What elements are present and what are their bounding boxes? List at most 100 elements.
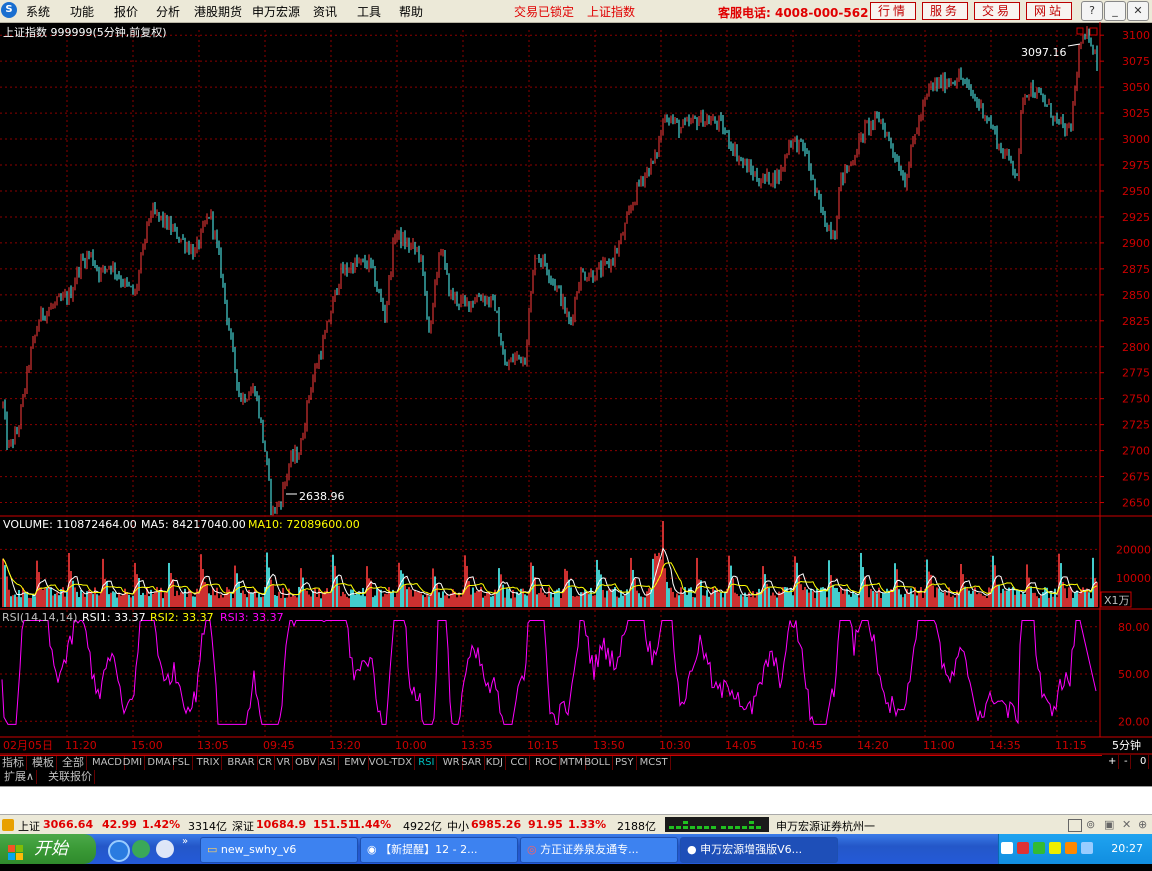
price-tick-label: 2700 xyxy=(1122,445,1150,458)
indicator-tab-fsl[interactable]: FSL xyxy=(170,756,193,770)
volume-tick-label: 10000 xyxy=(1116,572,1151,585)
tab-remove-button[interactable]: - xyxy=(1122,755,1131,769)
desktop-icon[interactable] xyxy=(132,840,150,858)
indicator-tab-kdj[interactable]: KDJ xyxy=(484,756,507,770)
sh-name: 上证 xyxy=(18,820,40,833)
menu-system[interactable]: 系统 xyxy=(26,3,50,20)
tray-ime-icon[interactable] xyxy=(1065,842,1077,854)
volume-bars xyxy=(2,521,1098,607)
period-label[interactable]: 5分钟 xyxy=(1112,738,1141,752)
price-tick-label: 3025 xyxy=(1122,107,1150,120)
tray-volume-icon[interactable] xyxy=(1081,842,1093,854)
indicator-tab-asi[interactable]: ASI xyxy=(318,756,339,770)
menu-hk-futures[interactable]: 港股期货 xyxy=(194,3,242,20)
menu-quote[interactable]: 报价 xyxy=(114,3,138,20)
menu-swhy[interactable]: 申万宏源 xyxy=(252,3,300,20)
indicator-tab-brar[interactable]: BRAR xyxy=(225,756,258,770)
time-tick-label: 13:50 xyxy=(593,739,625,752)
indicator-tab-rsi[interactable]: RSI xyxy=(416,756,438,770)
minimize-icon[interactable]: _ xyxy=(1104,1,1126,21)
zx-pct: 1.33% xyxy=(568,818,607,831)
price-tick-label: 2825 xyxy=(1122,315,1150,328)
status-icon[interactable] xyxy=(2,819,14,831)
extend-tab[interactable]: 扩展∧ xyxy=(2,770,38,784)
sz-name: 深证 xyxy=(232,820,254,833)
market-button[interactable]: 行情 xyxy=(870,2,916,20)
settings-icon[interactable]: ⊕ xyxy=(1138,818,1147,831)
sz-value[interactable]: 10684.9 xyxy=(256,818,306,831)
time-tick-label: 11:15 xyxy=(1055,739,1087,752)
indicator-tab-psy[interactable]: PSY xyxy=(613,756,637,770)
indicator-tab-boll[interactable]: BOLL xyxy=(582,756,613,770)
sh-change: 42.99 xyxy=(102,818,137,831)
menu-help[interactable]: 帮助 xyxy=(399,3,423,20)
indicator-tab-trix[interactable]: TRIX xyxy=(195,756,223,770)
ma5-label: MA5: 84217040.00 xyxy=(141,518,246,531)
trade-locked-status[interactable]: 交易已锁定 xyxy=(514,3,574,20)
indicator-tab-模板[interactable]: 模板 xyxy=(30,756,57,770)
service-button[interactable]: 服务 xyxy=(922,2,968,20)
time-tick-label: 13:35 xyxy=(461,739,493,752)
menu-info[interactable]: 资讯 xyxy=(313,3,337,20)
task-reminder[interactable]: ◉ 【新提醒】12 - 2... xyxy=(360,837,518,863)
tab-reset-button[interactable]: 0 xyxy=(1138,755,1150,769)
tools-icon[interactable]: ✕ xyxy=(1122,818,1131,831)
rsi-tick-label: 80.00 xyxy=(1118,621,1150,634)
tray-security-icon[interactable] xyxy=(1033,842,1045,854)
indicator-tab-mcst[interactable]: MCST xyxy=(638,756,671,770)
start-label: 开始 xyxy=(34,839,68,859)
close-icon[interactable]: ✕ xyxy=(1127,1,1149,21)
browser-icon[interactable] xyxy=(156,840,174,858)
indicator-tab-emv[interactable]: EMV xyxy=(342,756,369,770)
sz-amount: 4922亿 xyxy=(403,820,442,833)
indicator-tab-cci[interactable]: CCI xyxy=(508,756,531,770)
chart-area[interactable]: 2650 2675 2700 2725 2750 2775 2800 2825 2850 2875… xyxy=(0,22,1152,756)
task-new-swhy[interactable]: ▭ new_swhy_v6 xyxy=(200,837,358,863)
tray-media-icon[interactable] xyxy=(1049,842,1061,854)
menu-function[interactable]: 功能 xyxy=(70,3,94,20)
zx-amount: 2188亿 xyxy=(617,820,656,833)
signal-icon[interactable]: ⊚ xyxy=(1086,818,1095,831)
sh-value[interactable]: 3066.64 xyxy=(43,818,93,831)
indicator-tab-全部[interactable]: 全部 xyxy=(60,756,87,770)
clock[interactable]: 20:27 xyxy=(1111,842,1143,855)
indicator-tab-dmi[interactable]: DMI xyxy=(121,756,146,770)
tray-network-icon[interactable] xyxy=(1017,842,1029,854)
indicator-tab-vol-tdx[interactable]: VOL-TDX xyxy=(367,756,416,770)
signal-meter-icon xyxy=(665,817,769,832)
task-founder[interactable]: ◎ 方正证券泉友通专... xyxy=(520,837,678,863)
start-button[interactable]: 开始 xyxy=(0,834,96,864)
lock-icon[interactable]: ▣ xyxy=(1104,818,1114,831)
tab-add-button[interactable]: + xyxy=(1106,755,1120,769)
rsi2-label: RSI2: 33.37 xyxy=(150,611,214,624)
related-quote-tab[interactable]: 关联报价 xyxy=(46,770,95,784)
quicklaunch-expand-icon[interactable]: » xyxy=(182,836,188,847)
layout-icon[interactable] xyxy=(1068,819,1082,832)
time-tick-label: 11:00 xyxy=(923,739,955,752)
indicator-tab-sar[interactable]: SAR xyxy=(459,756,485,770)
indicator-tab-macd[interactable]: MACD xyxy=(90,756,125,770)
app-logo-icon[interactable]: S xyxy=(1,2,17,18)
task-swhy-v6[interactable]: ● 申万宏源增强版V6... xyxy=(680,837,838,863)
help-icon[interactable]: ? xyxy=(1081,1,1103,21)
current-index-status[interactable]: 上证指数 xyxy=(587,3,635,20)
website-button[interactable]: 网站 xyxy=(1026,2,1072,20)
trade-button[interactable]: 交易 xyxy=(974,2,1020,20)
price-tick-label: 3100 xyxy=(1122,29,1150,42)
indicator-tab-vr[interactable]: VR xyxy=(275,756,294,770)
indicator-tab-cr[interactable]: CR xyxy=(256,756,276,770)
broker-name: 申万宏源证券杭州一 xyxy=(776,820,875,833)
zx-value[interactable]: 6985.26 xyxy=(471,818,521,831)
sh-pct: 1.42% xyxy=(142,818,181,831)
indicator-tab-指标[interactable]: 指标 xyxy=(0,756,27,770)
menu-tools[interactable]: 工具 xyxy=(357,3,381,20)
volume-unit-label: X1万 xyxy=(1104,594,1130,607)
time-tick-label: 10:00 xyxy=(395,739,427,752)
menu-analysis[interactable]: 分析 xyxy=(156,3,180,20)
time-tick-label: 09:45 xyxy=(263,739,295,752)
ie-icon[interactable] xyxy=(108,840,130,862)
indicator-tab-roc[interactable]: ROC xyxy=(533,756,560,770)
indicator-tab-obv[interactable]: OBV xyxy=(293,756,320,770)
time-tick-label: 10:30 xyxy=(659,739,691,752)
tray-collapse-icon[interactable] xyxy=(1001,842,1013,854)
